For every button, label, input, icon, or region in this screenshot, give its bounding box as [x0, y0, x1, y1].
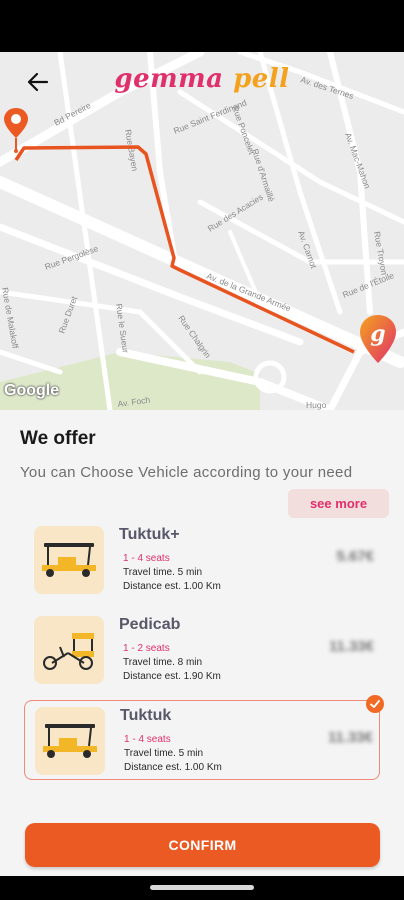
pedicab-icon [43, 633, 94, 670]
vehicle-seats: 1 - 4 seats [124, 734, 171, 745]
vehicle-image [35, 707, 105, 775]
tuktuk-icon [43, 724, 97, 758]
google-attribution: Google [4, 382, 60, 399]
logo-text-gemma: gemma [114, 64, 224, 94]
destination-pin-icon: g [360, 315, 396, 363]
vehicle-price: 5.67€ [336, 548, 374, 565]
vehicle-card-pedicab[interactable]: Pedicab 1 - 2 seats Travel time. 8 min D… [24, 610, 380, 690]
vehicle-image [34, 616, 104, 684]
vehicle-price: 11.33€ [327, 729, 373, 746]
vehicle-card-tuktuk[interactable]: Tuktuk 1 - 4 seats Travel time. 5 min Di… [24, 700, 380, 780]
offer-subtitle: You can Choose Vehicle according to your… [20, 464, 353, 481]
offer-title: We offer [20, 428, 96, 449]
home-indicator[interactable] [150, 885, 254, 890]
vehicle-distance: Distance est. 1.90 Km [123, 671, 221, 682]
vehicle-seats: 1 - 4 seats [123, 553, 170, 564]
route-map[interactable]: Bd Pereire Av. des Ternes Rue Bayen Rue … [0, 52, 404, 410]
svg-text:g: g [370, 321, 385, 347]
map-canvas: Bd Pereire Av. des Ternes Rue Bayen Rue … [0, 52, 404, 410]
svg-text:Hugo: Hugo [306, 400, 327, 410]
app-logo: gemma pell [0, 64, 404, 94]
vehicle-distance: Distance est. 1.00 Km [124, 762, 222, 773]
origin-pin-icon [4, 108, 28, 153]
vehicle-price: 11.33€ [328, 638, 374, 655]
status-bar [0, 0, 404, 52]
vehicle-travel-time: Travel time. 5 min [123, 567, 203, 578]
selected-check-icon [366, 695, 384, 713]
see-more-button[interactable]: see more [288, 489, 389, 518]
vehicle-image [34, 526, 104, 594]
tuktuk-icon [42, 543, 96, 577]
confirm-button[interactable]: CONFIRM [25, 823, 380, 867]
vehicle-distance: Distance est. 1.00 Km [123, 581, 221, 592]
vehicle-name: Tuktuk [120, 707, 172, 724]
vehicle-travel-time: Travel time. 8 min [123, 657, 203, 668]
logo-text-pell: pell [233, 64, 290, 94]
vehicle-card-tuktuk-plus[interactable]: Tuktuk+ 1 - 4 seats Travel time. 5 min D… [24, 520, 380, 600]
vehicle-travel-time: Travel time. 5 min [124, 748, 204, 759]
vehicle-name: Tuktuk+ [119, 526, 180, 543]
vehicle-name: Pedicab [119, 616, 181, 633]
vehicle-seats: 1 - 2 seats [123, 643, 170, 654]
